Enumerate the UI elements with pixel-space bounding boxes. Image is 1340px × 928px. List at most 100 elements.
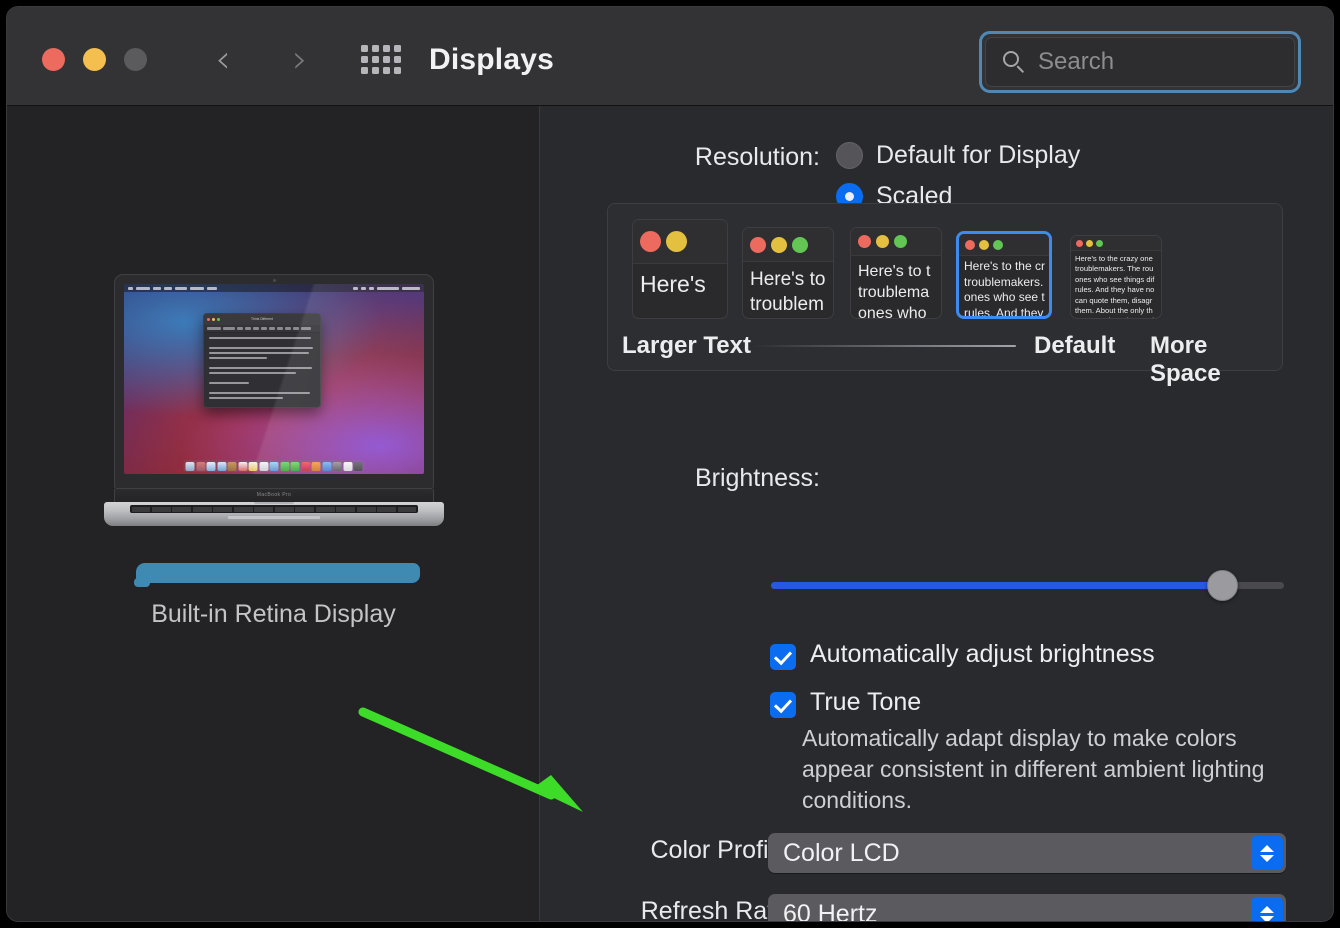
auto-brightness-row[interactable]: Automatically adjust brightness: [770, 640, 1155, 670]
camera-icon: [272, 279, 276, 282]
macbook-keyboard: [130, 505, 418, 513]
scale-label-larger-text: Larger Text: [622, 332, 751, 359]
resolution-option-default[interactable]: Default for Display: [836, 141, 1080, 170]
search-field-focus-ring: Search: [979, 31, 1301, 93]
stepper-icon[interactable]: [1251, 897, 1283, 921]
screenshot-root: ‹ › Displays Search Think Different MacB…: [0, 0, 1340, 928]
preview-window-title: Think Different: [251, 317, 273, 321]
thumb-line: ones who see things dif: [1075, 274, 1155, 284]
color-profile-value: Color LCD: [783, 838, 900, 867]
thumb-line: Here's to the crazy one: [1075, 254, 1153, 263]
brightness-label: Brightness:: [694, 464, 820, 492]
color-profile-popup[interactable]: Color LCD: [768, 833, 1286, 873]
preview-window-text: [204, 333, 320, 407]
true-tone-row[interactable]: True Tone: [770, 688, 921, 718]
display-name-label: Built-in Retina Display: [151, 600, 396, 628]
scale-label-default: Default: [1034, 332, 1116, 359]
grid-cell: [361, 45, 368, 52]
true-tone-checkbox[interactable]: [770, 692, 796, 718]
stepper-icon[interactable]: [1251, 836, 1283, 870]
macbook-illustration: Think Different MacBook Pro: [104, 274, 444, 526]
scale-connector-line: [753, 345, 1016, 347]
macbook-notch: [254, 502, 294, 504]
scale-label-more-space: More Space: [1150, 332, 1221, 387]
radio-default-for-display[interactable]: [836, 142, 863, 169]
thumb-text: Here's to the crazy one troublemakers. T…: [1071, 251, 1161, 318]
thumb-line: can quote them, disagr: [1075, 295, 1153, 305]
resolution-thumb-default[interactable]: Here's to the cr troublemakers. ones who…: [956, 231, 1052, 319]
grid-cell: [372, 45, 379, 52]
display-preview-pane: Think Different MacBook Pro Built-in Ret…: [7, 106, 540, 921]
grid-cell: [383, 56, 390, 63]
preview-window-toolbar: [204, 324, 320, 333]
thumb-line: Because they change th: [1075, 316, 1157, 318]
forward-icon[interactable]: ›: [278, 37, 322, 83]
search-placeholder: Search: [1038, 48, 1115, 75]
displays-preferences-window: ‹ › Displays Search Think Different MacB…: [6, 6, 1334, 922]
page-title: Displays: [429, 43, 554, 76]
thumb-line: Here's to: [750, 269, 826, 290]
thumb-text: Here's to t troublema ones who: [851, 256, 941, 319]
show-all-icon[interactable]: [361, 45, 403, 77]
scaled-resolution-box: Here's Here's to troublem Here's to t tr…: [607, 203, 1283, 387]
macbook-lid: Think Different: [114, 274, 434, 489]
brightness-slider-fill: [771, 582, 1223, 589]
true-tone-label: True Tone: [810, 688, 922, 716]
grid-cell: [383, 67, 390, 74]
thumb-text: Here's to troublem: [743, 262, 833, 317]
radio-default-label: Default for Display: [876, 141, 1081, 169]
redaction-marker: [134, 563, 420, 587]
macbook-base: [104, 502, 444, 526]
scale-axis-labels: Larger Text Default More Space: [608, 332, 1282, 387]
traffic-lights: [42, 48, 147, 71]
color-profile-label: Color Profile:: [650, 836, 796, 864]
grid-cell: [394, 56, 401, 63]
macbook-trackpad: [228, 515, 320, 519]
grid-cell: [361, 67, 368, 74]
resolution-thumb-more-space[interactable]: Here's to the crazy one troublemakers. T…: [1070, 235, 1162, 319]
window-titlebar: ‹ › Displays Search: [7, 7, 1333, 106]
grid-cell: [394, 67, 401, 74]
macbook-screen: Think Different: [124, 284, 424, 474]
refresh-rate-popup[interactable]: 60 Hertz: [768, 894, 1286, 922]
resolution-thumbnails: Here's Here's to troublem Here's to t tr…: [632, 219, 1162, 319]
thumb-titlebar: [959, 234, 1049, 256]
minimize-button[interactable]: [83, 48, 106, 71]
thumb-line: ones who: [858, 305, 927, 319]
grid-cell: [361, 56, 368, 63]
resolution-thumb-larger-text[interactable]: Here's: [632, 219, 728, 319]
close-button[interactable]: [42, 48, 65, 71]
grid-cell: [383, 45, 390, 52]
zoom-button[interactable]: [124, 48, 147, 71]
thumb-line: ones who see t: [964, 290, 1045, 304]
preview-textedit-window: Think Different: [203, 312, 321, 408]
thumb-line: troublema: [858, 284, 930, 301]
back-icon[interactable]: ‹: [201, 37, 245, 83]
refresh-rate-value: 60 Hertz: [783, 899, 878, 922]
thumb-line: Here's: [640, 271, 706, 297]
search-field[interactable]: Search: [985, 37, 1295, 87]
refresh-rate-label: Refresh Rate:: [640, 897, 795, 922]
thumb-line: troublemakers.: [964, 274, 1044, 289]
resolution-thumb-3[interactable]: Here's to t troublema ones who: [850, 227, 942, 319]
resolution-label: Resolution:: [694, 143, 820, 171]
resolution-thumb-2[interactable]: Here's to troublem: [742, 227, 834, 319]
thumb-line: rules. And they have no: [1075, 285, 1155, 295]
preview-dock: [183, 460, 365, 472]
preview-window-titlebar: Think Different: [204, 313, 320, 325]
display-settings-pane: Resolution: Default for Display Scaled H…: [540, 106, 1333, 921]
true-tone-description: Automatically adapt display to make colo…: [802, 725, 1265, 813]
thumb-titlebar: [633, 220, 727, 264]
thumb-titlebar: [1071, 236, 1161, 251]
grid-cell: [394, 45, 401, 52]
auto-brightness-label: Automatically adjust brightness: [810, 640, 1155, 668]
auto-brightness-checkbox[interactable]: [770, 644, 796, 670]
grid-cell: [372, 67, 379, 74]
brightness-slider[interactable]: [771, 570, 1284, 601]
brightness-slider-knob[interactable]: [1207, 570, 1239, 601]
macbook-chin-label: MacBook Pro: [114, 489, 434, 502]
thumb-text: Here's to the cr troublemakers. ones who…: [959, 256, 1049, 319]
thumb-line: rules. And they: [964, 305, 1044, 319]
thumb-titlebar: [851, 228, 941, 256]
grid-cell: [372, 56, 379, 63]
